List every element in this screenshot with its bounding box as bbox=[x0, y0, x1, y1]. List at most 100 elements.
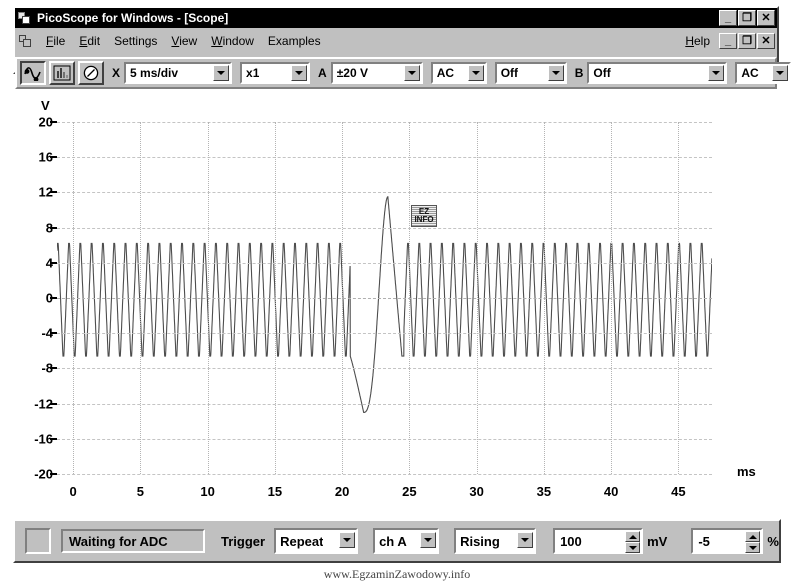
menu-item-window[interactable]: Window bbox=[204, 33, 261, 49]
trigger-delay-stepper[interactable] bbox=[745, 531, 761, 553]
chevron-down-icon[interactable] bbox=[467, 65, 484, 81]
menu-item-edit-label: dit bbox=[87, 34, 101, 48]
bar-chart-icon bbox=[53, 65, 71, 81]
channel-a-range-select[interactable]: ±20 V bbox=[330, 62, 423, 84]
grid-line-v bbox=[611, 122, 613, 474]
chevron-down-icon[interactable] bbox=[772, 65, 789, 81]
ez-info-line2: INFO bbox=[414, 215, 434, 224]
y-tick-label: -8 bbox=[41, 360, 53, 376]
plot-area[interactable]: 20 16 12 8 4 0 -4 -8 -12 -16 -20 0 5 10 15 20 25 30 35 40 45 bbox=[34, 115, 712, 499]
doc-minimize-button[interactable]: _ bbox=[719, 33, 737, 49]
menu-item-examples-label: Examples bbox=[267, 34, 321, 48]
channel-a-extra-value: Off bbox=[500, 66, 519, 80]
channel-b-range-select[interactable]: Off bbox=[587, 62, 728, 84]
x-tick-label: 0 bbox=[69, 484, 77, 499]
timebase-value: 5 ms/div bbox=[130, 66, 179, 80]
spectrum-view-button[interactable] bbox=[49, 61, 75, 85]
timebase-select[interactable]: 5 ms/div bbox=[124, 62, 233, 84]
trigger-delay-input[interactable]: -5 bbox=[691, 528, 764, 554]
x-tick-label: 40 bbox=[603, 484, 619, 499]
status-bar: Waiting for ADC Trigger Repeat ch A Risi… bbox=[13, 519, 781, 563]
window-title: PicoScope for Windows - [Scope] bbox=[37, 11, 229, 25]
channel-a-extra-select[interactable]: Off bbox=[494, 62, 567, 84]
toolbar: X 5 ms/div x1 A ±20 V AC Off B Off AC Of… bbox=[15, 57, 792, 89]
grid-line-v bbox=[140, 122, 142, 474]
grid-line-h bbox=[57, 474, 712, 475]
grid-line-v bbox=[678, 122, 680, 474]
grid-line-v bbox=[409, 122, 411, 474]
trigger-slope-select[interactable]: Rising bbox=[454, 528, 537, 554]
x-tick-label: 5 bbox=[136, 484, 144, 499]
doc-close-button[interactable]: ✕ bbox=[757, 33, 775, 49]
adc-status-text: Waiting for ADC bbox=[61, 529, 205, 553]
trigger-source-value: ch A bbox=[379, 533, 407, 549]
restore-button[interactable]: ❐ bbox=[738, 10, 756, 26]
x-axis-unit: ms bbox=[737, 464, 756, 479]
x-tick-label: 45 bbox=[671, 484, 686, 499]
x-multiplier-value: x1 bbox=[246, 66, 260, 80]
ez-info-marker[interactable]: EZ INFO bbox=[411, 205, 437, 227]
menu-item-file-label: ile bbox=[53, 34, 66, 48]
scope-display[interactable]: V ms 20 16 12 8 4 0 -4 -8 -12 -16 -20 0 5 10 15 20 25 30 3… bbox=[15, 92, 777, 510]
channel-b-coupling-value: AC bbox=[741, 66, 759, 80]
trigger-source-select[interactable]: ch A bbox=[373, 528, 440, 554]
chevron-down-icon[interactable] bbox=[517, 532, 534, 548]
y-tick-label: 4 bbox=[45, 255, 53, 271]
minimize-button[interactable]: _ bbox=[719, 10, 737, 26]
channel-a-range-value: ±20 V bbox=[336, 66, 368, 80]
channel-a-coupling-select[interactable]: AC bbox=[430, 62, 487, 84]
meter-view-button[interactable] bbox=[78, 61, 104, 85]
scope-view-button[interactable] bbox=[20, 61, 46, 85]
chevron-down-icon[interactable] bbox=[403, 65, 420, 81]
y-tick-label: 8 bbox=[45, 220, 53, 236]
stepper-up-button[interactable] bbox=[745, 531, 761, 542]
chevron-down-icon[interactable] bbox=[708, 65, 725, 81]
chevron-down-icon[interactable] bbox=[291, 65, 308, 81]
chevron-down-icon[interactable] bbox=[213, 65, 230, 81]
channel-b-coupling-select[interactable]: AC bbox=[735, 62, 792, 84]
picoscope-icon bbox=[17, 11, 33, 26]
y-axis-unit: V bbox=[41, 98, 50, 113]
y-tick-label: -12 bbox=[34, 396, 53, 412]
chevron-down-icon[interactable] bbox=[339, 532, 356, 548]
y-tick-label: 16 bbox=[38, 149, 53, 165]
grid-line-h bbox=[57, 192, 712, 194]
grid-line-h bbox=[57, 298, 712, 299]
trigger-mode-value: Repeat bbox=[280, 533, 324, 549]
trigger-mode-select[interactable]: Repeat bbox=[274, 528, 359, 554]
channel-a-label: A bbox=[318, 66, 327, 80]
trigger-level-stepper[interactable] bbox=[625, 531, 641, 553]
x-tick-label: 10 bbox=[200, 484, 215, 499]
trigger-level-value: 100 bbox=[560, 533, 582, 549]
adc-status-led bbox=[25, 528, 51, 554]
chevron-down-icon[interactable] bbox=[547, 65, 564, 81]
stepper-down-button[interactable] bbox=[625, 542, 641, 553]
grid-line-h bbox=[57, 122, 712, 123]
y-tick-label: -20 bbox=[34, 466, 53, 482]
menu-item-file[interactable]: File bbox=[39, 33, 72, 49]
chevron-down-icon[interactable] bbox=[420, 532, 437, 548]
stepper-down-button[interactable] bbox=[745, 542, 761, 553]
grid-line-h bbox=[57, 227, 712, 229]
menu-item-help[interactable]: Help bbox=[678, 33, 718, 49]
menu-item-examples[interactable]: Examples bbox=[261, 33, 328, 49]
menu-item-view-label: iew bbox=[179, 34, 198, 48]
document-control-icon[interactable] bbox=[18, 34, 34, 49]
trigger-level-unit: mV bbox=[647, 533, 668, 549]
grid-line-v bbox=[207, 122, 209, 474]
menu-item-settings[interactable]: Settings bbox=[107, 33, 164, 49]
menu-item-view[interactable]: View bbox=[164, 33, 204, 49]
y-tick-label: 12 bbox=[38, 184, 53, 200]
x-tick-label: 30 bbox=[469, 484, 484, 499]
trigger-level-input[interactable]: 100 bbox=[553, 528, 644, 554]
grid-line-h bbox=[57, 438, 712, 440]
stepper-up-button[interactable] bbox=[625, 531, 641, 542]
x-tick-label: 20 bbox=[334, 484, 350, 499]
grid-line-v bbox=[476, 122, 478, 474]
gauge-icon bbox=[83, 65, 99, 81]
doc-restore-button[interactable]: ❐ bbox=[738, 33, 756, 49]
x-multiplier-select[interactable]: x1 bbox=[240, 62, 311, 84]
menu-item-edit[interactable]: Edit bbox=[72, 33, 107, 49]
close-button[interactable]: ✕ bbox=[757, 10, 775, 26]
trigger-delay-value: -5 bbox=[698, 533, 710, 549]
